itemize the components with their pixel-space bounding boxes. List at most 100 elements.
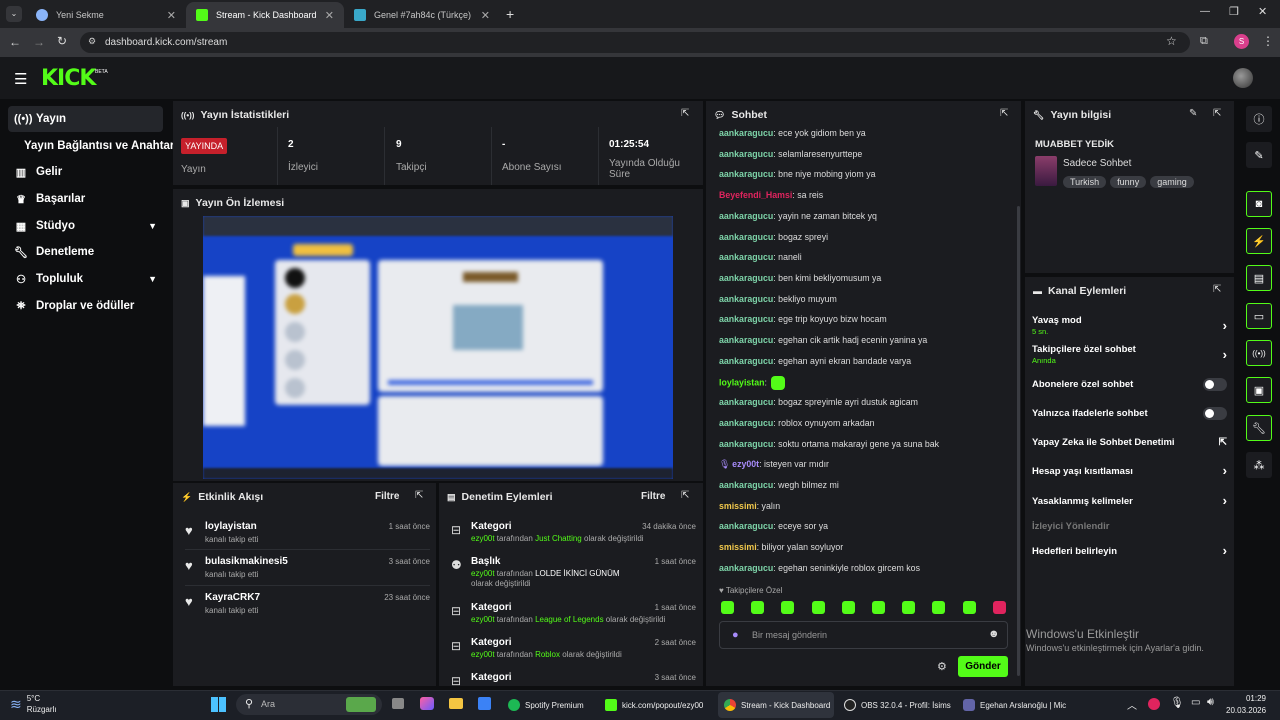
emote-button[interactable] — [932, 601, 946, 614]
tray-app-icon[interactable] — [1148, 698, 1160, 710]
broadcast-icon[interactable]: ((•)) — [1246, 340, 1272, 366]
filter-button[interactable]: Filtre — [375, 491, 399, 502]
sidebar-item-basarilar[interactable]: ♛ Başarılar — [8, 186, 163, 212]
weather-widget[interactable]: ≋ 5°C Rüzgarlı — [10, 694, 57, 714]
taskbar-app-spotify[interactable]: Spotify Premium — [508, 699, 584, 711]
emote-button[interactable] — [872, 601, 885, 614]
clock[interactable]: 01:29 20.03.2026 — [1226, 694, 1266, 715]
emote-button[interactable] — [992, 601, 1006, 614]
sidebar-item-topluluk[interactable]: ⚇ Topluluk ▼ — [8, 266, 163, 292]
chat-username[interactable]: smissimi — [719, 501, 757, 511]
tag[interactable]: gaming — [1150, 176, 1194, 188]
taskbar-app-obs[interactable]: OBS 32.0.4 - Profil: İsims — [844, 699, 951, 711]
channel-action-subscribers-only[interactable]: Abonelere özel sohbet — [1032, 378, 1227, 391]
wrench-icon[interactable]: 🔧︎ — [1246, 415, 1272, 441]
channel-action-slow-mode[interactable]: Yavaş mod 5 sn. › — [1032, 315, 1227, 336]
emote-button[interactable] — [902, 601, 916, 614]
tray-chevron-icon[interactable]: ︿ — [1127, 697, 1137, 712]
chat-username[interactable]: Beyefendi_Hamsi — [719, 190, 792, 200]
taskbar-app-chrome[interactable]: Stream - Kick Dashboard — [724, 699, 830, 711]
chat-username[interactable]: aankaragucu — [719, 169, 773, 179]
channel-action-ai-moderation[interactable]: Yapay Zeka ile Sohbet Denetimi ⇱ — [1032, 437, 1227, 448]
mod-actions-icon[interactable]: ▤ — [1246, 265, 1272, 291]
emotes-only-toggle[interactable] — [1203, 407, 1227, 420]
window-close-button[interactable]: ✕ — [1258, 5, 1267, 18]
menu-dots-icon[interactable]: ⋮ — [1262, 34, 1274, 48]
sidebar-item-denetleme[interactable]: 🔧︎ Denetleme — [8, 239, 163, 265]
lightning-icon[interactable]: ⚡ — [1246, 228, 1272, 254]
channel-action-account-age[interactable]: Hesap yaşı kısıtlaması › — [1032, 463, 1227, 478]
sidebar-item-droplar[interactable]: ⛯ Droplar ve ödüller — [8, 293, 163, 319]
channel-action-banned-words[interactable]: Yasaklanmış kelimeler › — [1032, 493, 1227, 508]
chat-username[interactable]: aankaragucu — [719, 314, 773, 324]
network-icon[interactable]: ▭ — [1191, 697, 1200, 708]
more-widgets-icon[interactable]: ⁂ — [1246, 452, 1272, 478]
chat-username[interactable]: aankaragucu — [719, 232, 773, 242]
site-info-icon[interactable]: ⚙ — [88, 36, 96, 47]
edit-layout-icon[interactable]: ✎ — [1246, 142, 1272, 168]
emote-button[interactable] — [781, 601, 795, 614]
kick-logo[interactable]: KICK — [41, 66, 96, 91]
subscribers-only-toggle[interactable] — [1203, 378, 1227, 391]
chat-username[interactable]: aankaragucu — [719, 273, 773, 283]
close-icon[interactable]: ✕ — [481, 9, 490, 22]
windows-start-icon[interactable] — [211, 697, 226, 712]
popout-icon[interactable]: ⇱ — [1213, 284, 1221, 295]
copilot-icon[interactable] — [420, 697, 434, 710]
sidebar-item-studyo[interactable]: ▦ Stüdyo ▼ — [8, 213, 163, 239]
popout-icon[interactable]: ⇱ — [1213, 108, 1221, 119]
emote-button[interactable] — [751, 601, 765, 614]
tab-search-button[interactable]: ⌄ — [6, 6, 22, 22]
emote-button[interactable] — [962, 601, 976, 614]
address-bar[interactable]: dashboard.kick.com/stream — [80, 32, 1190, 53]
reload-icon[interactable]: ↻ — [57, 34, 67, 48]
taskbar-app-teams[interactable]: Egehan Arslanoğlu | Mic — [963, 699, 1066, 711]
stream-preview-video[interactable] — [203, 216, 673, 479]
chat-username[interactable]: ezy00t — [732, 459, 759, 469]
send-button[interactable]: Gönder — [958, 656, 1008, 677]
tag[interactable]: funny — [1110, 176, 1147, 188]
chat-username[interactable]: aankaragucu — [719, 439, 773, 449]
emote-button[interactable] — [841, 601, 855, 614]
profile-avatar[interactable]: S — [1234, 34, 1249, 49]
taskbar-search[interactable]: ⚲ Ara — [236, 694, 382, 715]
sidebar-item-stream-key[interactable]: Yayın Bağlantısı ve Anahtarı — [18, 133, 178, 159]
chat-username[interactable]: aankaragucu — [719, 252, 773, 262]
chat-username[interactable]: aankaragucu — [719, 480, 773, 490]
tag[interactable]: Turkish — [1063, 176, 1107, 188]
close-icon[interactable]: ✕ — [167, 9, 176, 22]
forward-icon[interactable]: → — [33, 35, 45, 49]
chat-input[interactable]: ● Bir mesaj gönderin ☻ — [719, 621, 1008, 649]
channel-action-host[interactable]: İzleyici Yönlendir — [1032, 521, 1227, 532]
popout-icon[interactable]: ⇱ — [1000, 108, 1008, 119]
edit-icon[interactable]: ✎ — [1189, 108, 1197, 119]
chat-username[interactable]: loylayistan — [719, 378, 764, 388]
channel-action-followers-only[interactable]: Takipçilere özel sohbet Anında › — [1032, 344, 1227, 365]
microphone-icon[interactable]: 🎙︎ — [1170, 696, 1184, 709]
sidebar-item-gelir[interactable]: ▥ Gelir — [8, 159, 163, 185]
chat-username[interactable]: aankaragucu — [719, 418, 773, 428]
chat-username[interactable]: aankaragucu — [719, 397, 773, 407]
store-icon[interactable] — [478, 697, 491, 710]
hamburger-menu-icon[interactable]: ☰ — [14, 70, 27, 88]
close-icon[interactable]: ✕ — [325, 9, 334, 22]
chat-username[interactable]: aankaragucu — [719, 149, 773, 159]
extensions-icon[interactable]: ⧉ — [1200, 35, 1208, 48]
chat-username[interactable]: aankaragucu — [719, 128, 773, 138]
chat-username[interactable]: aankaragucu — [719, 335, 773, 345]
user-avatar[interactable] — [1233, 68, 1253, 88]
browser-tab-kick-dashboard[interactable]: Stream - Kick Dashboard ✕ — [186, 2, 344, 28]
channel-action-emotes-only[interactable]: Yalnızca ifadelerle sohbet — [1032, 407, 1227, 420]
back-icon[interactable]: ← — [9, 35, 21, 49]
chat-username[interactable]: aankaragucu — [719, 294, 773, 304]
browser-tab-new[interactable]: Yeni Sekme ✕ — [26, 2, 186, 28]
stream-stats-icon[interactable]: ◙ — [1246, 191, 1272, 217]
popout-icon[interactable]: ⇱ — [681, 108, 689, 119]
minimize-button[interactable]: — — [1200, 6, 1210, 17]
chat-username[interactable]: aankaragucu — [719, 563, 773, 573]
popout-icon[interactable]: ⇱ — [415, 490, 423, 501]
sidebar-item-yayin[interactable]: ((•)) Yayın — [8, 106, 163, 132]
emoji-icon[interactable]: ☻ — [988, 628, 1000, 640]
chat-settings-icon[interactable]: ⚙ — [937, 660, 947, 673]
chat-scrollbar[interactable] — [1017, 206, 1020, 676]
